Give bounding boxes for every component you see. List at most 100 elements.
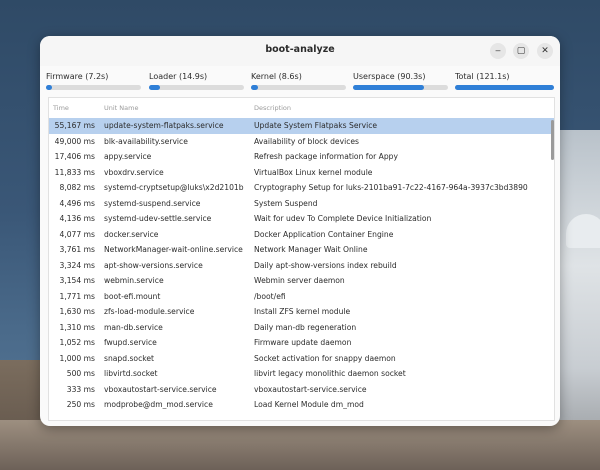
- cell-description: /boot/efi: [254, 291, 286, 301]
- cell-unit-name: vboxdrv.service: [104, 167, 164, 177]
- cell-unit-name: fwupd.service: [104, 338, 157, 347]
- cell-unit-name: docker.service: [104, 229, 159, 239]
- cell-unit-name: systemd-cryptsetup@luks\x2d2101b: [104, 183, 244, 192]
- cell-unit-name: boot-efi.mount: [104, 291, 161, 301]
- table-row[interactable]: 3,761 ms NetworkManager-wait-online.servi…: [49, 242, 554, 258]
- units-table[interactable]: Time Unit Name Description 55,167 ms upda…: [48, 97, 555, 421]
- table-row[interactable]: 11,833 ms vboxdrv.service VirtualBox Linux…: [49, 165, 554, 181]
- cell-time: 49,000 ms: [54, 136, 95, 146]
- progress-track-userspace: [353, 85, 448, 90]
- column-header-time[interactable]: Time: [53, 104, 69, 112]
- table-row[interactable]: 4,496 ms systemd-suspend.service System Su…: [49, 196, 554, 212]
- progress-label-loader: Loader (14.9s): [149, 72, 208, 81]
- progress-fill-kernel: [251, 85, 258, 90]
- cell-time: 17,406 ms: [54, 152, 95, 161]
- cell-unit-name: modprobe@dm_mod.service: [104, 400, 213, 409]
- boot-phase-progress: Firmware (7.2s) Loader (14.9s) Kernel (8…: [46, 72, 556, 92]
- cell-time: 500 ms: [66, 369, 95, 378]
- cell-time: 4,077 ms: [59, 229, 95, 239]
- cell-description: Socket activation for snappy daemon: [254, 353, 396, 363]
- table-row[interactable]: 1,771 ms boot-efi.mount/boot/efi: [49, 289, 554, 305]
- cell-time: 250 ms: [66, 400, 95, 409]
- cell-description: System Suspend: [254, 198, 318, 208]
- progress-fill-total: [455, 85, 554, 90]
- progress-fill-userspace: [353, 85, 425, 90]
- cell-unit-name: apt-show-versions.service: [104, 260, 203, 270]
- vertical-scrollbar[interactable]: [551, 120, 554, 160]
- progress-track-kernel: [251, 85, 346, 90]
- cell-unit-name: NetworkManager-wait-online.service: [104, 245, 243, 254]
- table-row[interactable]: 49,000 ms blk-availability.service Availab…: [49, 134, 554, 150]
- progress-label-firmware: Firmware (7.2s): [46, 72, 109, 81]
- progress-firmware: Firmware (7.2s): [46, 72, 141, 90]
- titlebar[interactable]: boot-analyze ‒ ▢ ✕: [40, 36, 560, 66]
- cell-unit-name: appy.service: [104, 152, 152, 161]
- cell-description: Cryptography Setup for luks-2101ba91-7c2…: [254, 183, 528, 192]
- cell-unit-name: update-system-flatpaks.service: [104, 121, 224, 130]
- table-row[interactable]: 55,167 ms update-system-flatpaks.service U…: [49, 118, 554, 134]
- progress-track-firmware: [46, 85, 141, 90]
- cell-description: Daily man-db regeneration: [254, 322, 357, 332]
- progress-label-userspace: Userspace (90.3s): [353, 72, 426, 81]
- table-row[interactable]: 250 ms modprobe@dm_mod.service Load Kernel…: [49, 397, 554, 413]
- table-row[interactable]: 1,630 ms zfs-load-module.service Install Z…: [49, 304, 554, 320]
- town-foreground: [0, 420, 600, 470]
- church-dome: [566, 214, 600, 248]
- cell-unit-name: blk-availability.service: [104, 136, 188, 146]
- cell-description: libvirt legacy monolithic daemon socket: [254, 369, 406, 378]
- table-row[interactable]: 1,000 ms snapd.socket Socket activation fo…: [49, 351, 554, 367]
- table-row[interactable]: 1,052 ms fwupd.service Firmware update dae…: [49, 335, 554, 351]
- cell-unit-name: man-db.service: [104, 322, 163, 332]
- table-row[interactable]: 17,406 ms appy.service Refresh package inf…: [49, 149, 554, 165]
- table-row[interactable]: 1,310 ms man-db.service Daily man-db regen…: [49, 320, 554, 336]
- progress-fill-loader: [149, 85, 161, 90]
- cell-time: 1,000 ms: [59, 353, 95, 363]
- table-row[interactable]: 3,154 ms webmin.service Webmin server daem…: [49, 273, 554, 289]
- progress-userspace: Userspace (90.3s): [353, 72, 448, 90]
- progress-fill-firmware: [46, 85, 52, 90]
- progress-label-kernel: Kernel (8.6s): [251, 72, 302, 81]
- table-row[interactable]: 4,077 ms docker.service Docker Application…: [49, 227, 554, 243]
- cell-description: Wait for udev To Complete Device Initial…: [254, 214, 432, 223]
- cell-time: 1,310 ms: [59, 322, 95, 332]
- table-row[interactable]: 3,324 ms apt-show-versions.service Daily a…: [49, 258, 554, 274]
- cell-description: Network Manager Wait Online: [254, 245, 368, 254]
- cell-description: vboxautostart-service.service: [254, 384, 367, 394]
- column-header-unit-name[interactable]: Unit Name: [104, 104, 138, 112]
- progress-label-total: Total (121.1s): [455, 72, 510, 81]
- cell-unit-name: vboxautostart-service.service: [104, 384, 217, 394]
- cell-description: Firmware update daemon: [254, 338, 352, 347]
- minimize-button[interactable]: ‒: [490, 43, 506, 59]
- cell-description: Load Kernel Module dm_mod: [254, 400, 364, 409]
- close-button[interactable]: ✕: [537, 43, 553, 59]
- cell-description: Daily apt-show-versions index rebuild: [254, 260, 397, 270]
- cell-time: 333 ms: [66, 384, 95, 394]
- table-body: 55,167 ms update-system-flatpaks.service U…: [49, 118, 554, 413]
- cell-description: Refresh package information for Appy: [254, 152, 398, 161]
- cell-time: 4,136 ms: [59, 214, 95, 223]
- table-header: Time Unit Name Description: [49, 98, 554, 116]
- table-row[interactable]: 4,136 ms systemd-udev-settle.service Wait …: [49, 211, 554, 227]
- table-row[interactable]: 8,082 ms systemd-cryptsetup@luks\x2d2101b…: [49, 180, 554, 196]
- table-row[interactable]: 500 ms libvirtd.socket libvirt legacy mono…: [49, 366, 554, 382]
- progress-loader: Loader (14.9s): [149, 72, 244, 90]
- cell-time: 4,496 ms: [59, 198, 95, 208]
- cell-description: VirtualBox Linux kernel module: [254, 167, 373, 177]
- cell-description: Docker Application Container Engine: [254, 229, 394, 239]
- cell-time: 8,082 ms: [59, 183, 95, 192]
- cell-description: Availability of block devices: [254, 136, 359, 146]
- cell-unit-name: systemd-udev-settle.service: [104, 214, 212, 223]
- cell-time: 1,630 ms: [59, 307, 95, 316]
- progress-kernel: Kernel (8.6s): [251, 72, 346, 90]
- cell-time: 11,833 ms: [54, 167, 95, 177]
- maximize-button[interactable]: ▢: [513, 43, 529, 59]
- progress-track-loader: [149, 85, 244, 90]
- cell-time: 1,052 ms: [59, 338, 95, 347]
- progress-total: Total (121.1s): [455, 72, 554, 90]
- cell-time: 3,324 ms: [59, 260, 95, 270]
- table-row[interactable]: 333 ms vboxautostart-service.service vboxa…: [49, 382, 554, 398]
- cell-description: Install ZFS kernel module: [254, 307, 351, 316]
- column-header-description[interactable]: Description: [254, 104, 291, 112]
- cell-unit-name: snapd.socket: [104, 353, 155, 363]
- cell-time: 1,771 ms: [59, 291, 95, 301]
